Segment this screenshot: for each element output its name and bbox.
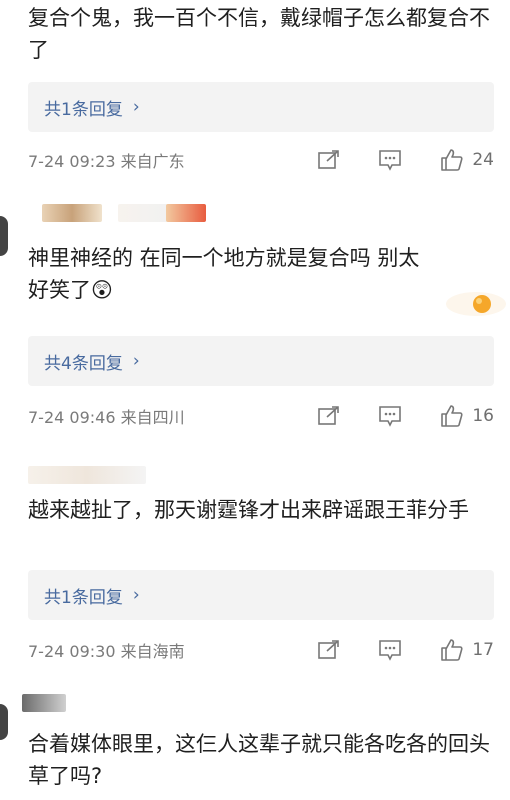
- egg-decoration-icon: [440, 288, 506, 322]
- reply-count-label: 共1条回复: [44, 99, 123, 120]
- view-replies-button[interactable]: 共4条回复 ›: [28, 336, 494, 386]
- like-button[interactable]: 16: [440, 404, 494, 428]
- avatar[interactable]: [0, 216, 8, 256]
- comment-text: 越来越扯了，那天谢霆锋才出来辟谣跟王菲分手: [28, 498, 469, 522]
- thumbs-up-icon: [441, 405, 463, 427]
- reply-count-label: 共1条回复: [44, 587, 123, 608]
- chevron-right-icon: ›: [132, 585, 140, 605]
- comment-time: 7-24 09:46 来自四川: [28, 408, 185, 427]
- thumbs-up-icon: [441, 149, 463, 171]
- user-badge-blurred: [118, 204, 168, 222]
- comment-icon[interactable]: [378, 149, 402, 171]
- like-button[interactable]: 17: [440, 638, 494, 662]
- user-badge-blurred: [166, 204, 206, 222]
- avatar[interactable]: [0, 704, 8, 740]
- comment-text: 合着媒体眼里，这仨人这辈子就只能各吃各的回头草了吗?: [28, 732, 490, 788]
- share-icon[interactable]: [318, 150, 340, 170]
- comment-time: 7-24 09:23 来自广东: [28, 152, 185, 171]
- like-count: 24: [472, 150, 494, 170]
- chevron-right-icon: ›: [132, 351, 140, 371]
- like-count: 16: [472, 406, 494, 426]
- username-blurred: [42, 204, 102, 222]
- comment-meta: 7-24 09:23 来自广东 24: [28, 146, 494, 174]
- comment-meta: 7-24 09:46 来自四川 16: [28, 402, 494, 430]
- username-blurred: [22, 694, 66, 712]
- view-replies-button[interactable]: 共1条回复 ›: [28, 570, 494, 620]
- share-icon[interactable]: [318, 406, 340, 426]
- view-replies-button[interactable]: 共1条回复 ›: [28, 82, 494, 132]
- like-button[interactable]: 24: [440, 148, 494, 172]
- comment-text: 神里神经的 在同一个地方就是复合吗 别太好笑了😲: [28, 246, 420, 302]
- thumbs-up-icon: [441, 639, 463, 661]
- reply-count-label: 共4条回复: [44, 353, 123, 374]
- comment-meta: 7-24 09:30 来自海南 17: [28, 636, 494, 664]
- comment-time: 7-24 09:30 来自海南: [28, 642, 185, 661]
- comment-text: 复合个鬼，我一百个不信，戴绿帽子怎么都复合不了: [28, 6, 490, 62]
- like-count: 17: [472, 640, 494, 660]
- username-blurred: [28, 466, 146, 484]
- comment-icon[interactable]: [378, 405, 402, 427]
- share-icon[interactable]: [318, 640, 340, 660]
- chevron-right-icon: ›: [132, 97, 140, 117]
- comment-icon[interactable]: [378, 639, 402, 661]
